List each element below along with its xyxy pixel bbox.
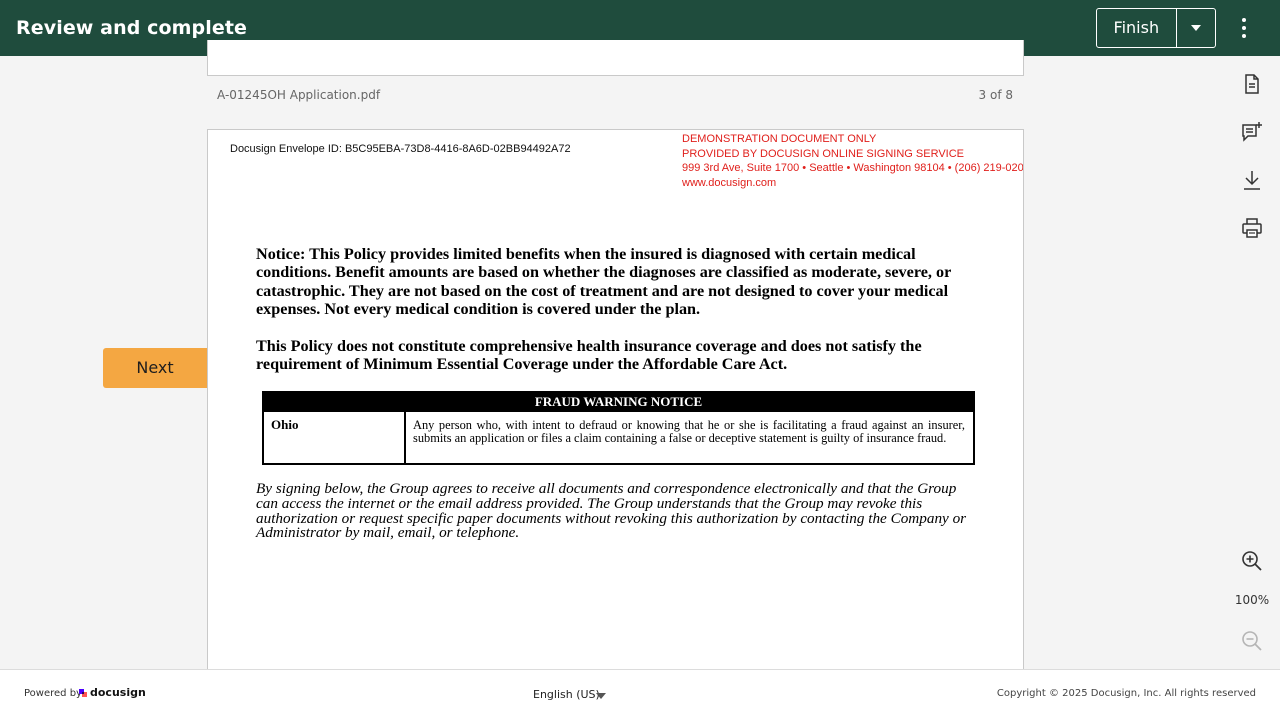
print-icon[interactable] xyxy=(1240,216,1264,240)
next-button[interactable]: Next xyxy=(103,348,207,388)
copyright: Copyright © 2025 Docusign, Inc. All righ… xyxy=(996,688,1256,699)
file-name: A-01245OH Application.pdf xyxy=(217,88,381,102)
brand-name: docusign xyxy=(90,686,146,699)
chevron-down-icon[interactable] xyxy=(1177,9,1215,47)
language-selector[interactable]: English (US) xyxy=(533,688,600,701)
powered-by-label: Powered by xyxy=(24,688,82,699)
finish-button-group: Finish xyxy=(1096,8,1216,48)
zoom-out-icon[interactable] xyxy=(1240,629,1264,653)
envelope-id: Docusign Envelope ID: B5C95EBA-73D8-4416… xyxy=(230,143,571,155)
more-vertical-icon[interactable] xyxy=(1232,12,1256,44)
document-page: Docusign Envelope ID: B5C95EBA-73D8-4416… xyxy=(207,129,1024,674)
docusign-mark-icon xyxy=(79,688,87,697)
notice-paragraph: This Policy does not constitute comprehe… xyxy=(256,337,922,374)
demo-line: www.docusign.com xyxy=(682,176,777,189)
fraud-state: Ohio xyxy=(264,412,406,463)
footer: Powered by docusign English (US) Copyrig… xyxy=(0,669,1280,720)
fraud-text: Any person who, with intent to defraud o… xyxy=(413,418,965,445)
notice-paragraph: Notice: This Policy provides limited ben… xyxy=(256,245,951,319)
table-row: Ohio Any person who, with intent to defr… xyxy=(264,410,973,463)
demo-line: DEMONSTRATION DOCUMENT ONLY xyxy=(682,133,877,145)
demo-line: PROVIDED BY DOCUSIGN ONLINE SIGNING SERV… xyxy=(682,147,964,160)
fraud-warning-table: FRAUD WARNING NOTICE Ohio Any person who… xyxy=(262,391,975,465)
page-indicator: 3 of 8 xyxy=(978,88,1013,102)
demo-line: 999 3rd Ave, Suite 1700 • Seattle • Wash… xyxy=(682,162,1024,175)
download-icon[interactable] xyxy=(1240,168,1264,192)
docusign-logo: docusign xyxy=(79,686,146,699)
document-icon[interactable] xyxy=(1240,72,1264,96)
fraud-warning-heading: FRAUD WARNING NOTICE xyxy=(264,393,973,410)
zoom-level: 100% xyxy=(1234,593,1270,607)
signing-agreement: By signing below, the Group agrees to re… xyxy=(256,480,967,542)
demo-stamp: DEMONSTRATION DOCUMENT ONLY PROVIDED BY … xyxy=(682,130,1024,190)
zoom-in-icon[interactable] xyxy=(1240,549,1264,573)
finish-button[interactable]: Finish xyxy=(1097,9,1177,47)
policy-notice: Notice: This Policy provides limited ben… xyxy=(256,245,966,374)
chevron-down-icon[interactable] xyxy=(596,693,606,699)
add-comment-icon[interactable] xyxy=(1240,120,1264,144)
previous-page xyxy=(207,40,1024,76)
